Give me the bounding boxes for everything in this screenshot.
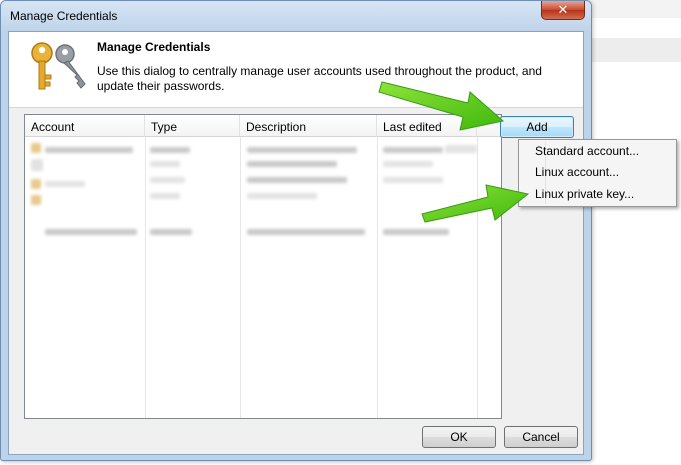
window-title: Manage Credentials xyxy=(10,9,118,23)
column-header-account[interactable]: Account xyxy=(25,115,145,137)
redacted-cell xyxy=(383,177,443,183)
column-divider xyxy=(377,137,378,418)
redacted-cell xyxy=(383,147,443,153)
key-icon xyxy=(31,42,86,90)
redacted-cell xyxy=(247,177,347,183)
redacted-cell xyxy=(247,193,317,199)
redacted-cell xyxy=(383,229,449,235)
cancel-button[interactable]: Cancel xyxy=(504,426,578,448)
ok-button[interactable]: OK xyxy=(422,426,496,448)
redacted-cell xyxy=(150,229,192,235)
menu-item-standard-account[interactable]: Standard account... xyxy=(535,141,639,161)
redacted-cell xyxy=(150,193,180,199)
redacted-cell xyxy=(31,195,41,205)
close-button[interactable]: ✕ xyxy=(541,1,585,20)
redacted-cell xyxy=(31,159,43,171)
redacted-cell xyxy=(31,179,41,189)
credentials-list[interactable]: Account Type Description Last edited xyxy=(24,114,502,419)
dialog-client-area: Manage Credentials Use this dialog to ce… xyxy=(8,31,584,455)
redacted-cell xyxy=(150,177,185,183)
column-header-type[interactable]: Type xyxy=(145,115,240,137)
column-divider xyxy=(145,137,146,418)
title-bar: Manage Credentials ✕ xyxy=(1,1,591,31)
column-header-description[interactable]: Description xyxy=(240,115,377,137)
header-panel: Manage Credentials Use this dialog to ce… xyxy=(9,32,583,108)
add-button[interactable]: Add xyxy=(500,116,574,138)
redacted-cell xyxy=(31,143,41,153)
column-header-last-edited[interactable]: Last edited xyxy=(377,115,477,137)
close-icon: ✕ xyxy=(557,2,569,17)
background-app-strip xyxy=(592,38,681,62)
redacted-cell xyxy=(383,161,433,167)
redacted-cell xyxy=(445,145,477,153)
redacted-cell xyxy=(150,161,180,167)
redacted-cell xyxy=(247,161,337,167)
add-dropdown-menu: Standard account... Linux account... Lin… xyxy=(518,139,677,207)
column-divider xyxy=(240,137,241,418)
redacted-cell xyxy=(150,147,190,153)
redacted-cell xyxy=(45,147,133,153)
redacted-cell xyxy=(45,229,137,235)
header-description: Use this dialog to centrally manage user… xyxy=(97,64,542,93)
column-header-filler xyxy=(477,115,501,137)
redacted-cell xyxy=(45,181,85,187)
menu-item-linux-account[interactable]: Linux account... xyxy=(535,162,619,182)
header-title: Manage Credentials xyxy=(97,40,211,54)
redacted-cell xyxy=(247,147,357,153)
redacted-cell xyxy=(247,229,365,235)
manage-credentials-dialog: Manage Credentials ✕ Manage Credentials … xyxy=(0,0,592,461)
menu-item-linux-private-key[interactable]: Linux private key... xyxy=(535,184,634,204)
column-divider xyxy=(477,137,478,418)
